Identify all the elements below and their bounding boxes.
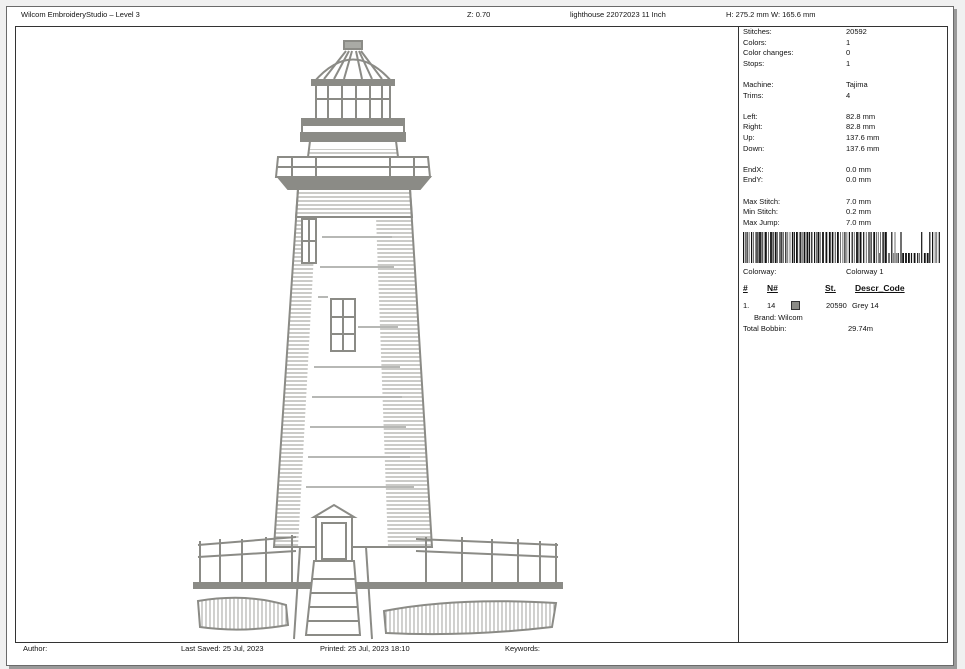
design-size: H: 275.2 mm W: 165.6 mm <box>726 10 816 19</box>
keywords-field: Keywords: <box>505 644 541 653</box>
sheet-header: Wilcom EmbroideryStudio – Level 3 Z: 0.7… <box>15 8 945 26</box>
panel-divider <box>738 27 739 642</box>
design-preview <box>16 27 738 642</box>
info-left: Left: 82.8 mm <box>743 111 876 121</box>
sheet-footer: Author: Last Saved: 25 Jul, 2023 Printed… <box>15 643 945 657</box>
info-colorway: Colorway: Colorway 1 <box>743 266 884 276</box>
info-max-stitch: Max Stitch: 7.0 mm <box>743 196 872 206</box>
info-color-changes: Color changes: 0 <box>743 48 851 58</box>
info-right: Right: 82.8 mm <box>743 122 876 132</box>
info-stops: Stops: 1 <box>743 58 851 68</box>
info-stitches: Stitches: 20592 <box>743 27 867 36</box>
info-endx: EndX: 0.0 mm <box>743 164 872 174</box>
thread-brand: Brand: Wilcom <box>754 313 803 323</box>
total-bobbin: Total Bobbin: 29.74m <box>743 323 874 333</box>
info-max-jump: Max Jump: 7.0 mm <box>743 217 872 227</box>
printed-field: Printed: 25 Jul, 2023 18:10 <box>320 644 410 653</box>
color-table-row: 1. 14 20590 Grey 14 <box>743 301 879 311</box>
info-up: Up: 137.6 mm <box>743 132 880 142</box>
color-table-header: # N# St. Descr_Code <box>741 281 946 295</box>
col-stitches: St. <box>825 283 836 294</box>
app-title: Wilcom EmbroideryStudio – Level 3 <box>21 10 140 19</box>
worksheet-frame: Stitches: 20592 Colors: 1 Color changes: 0 … <box>15 26 948 643</box>
col-needle: N# <box>767 283 778 294</box>
design-name: lighthouse 22072023 11 Inch <box>570 10 666 19</box>
barcode-image <box>743 232 940 264</box>
zoom-level: Z: 0.70 <box>467 10 491 19</box>
print-preview-sheet: Wilcom EmbroideryStudio – Level 3 Z: 0.7… <box>6 6 954 666</box>
info-min-stitch: Min Stitch: 0.2 mm <box>743 207 872 217</box>
info-endy: EndY: 0.0 mm <box>743 175 872 185</box>
lighthouse-embroidery-image <box>193 40 563 640</box>
col-index: # <box>743 283 748 294</box>
info-machine: Machine: Tajima <box>743 79 868 89</box>
author-field: Author: <box>23 644 48 653</box>
info-trims: Trims: 4 <box>743 90 851 100</box>
thread-color-swatch <box>791 301 800 311</box>
info-colors: Colors: 1 <box>743 37 851 47</box>
info-down: Down: 137.6 mm <box>743 143 880 153</box>
col-descr-code: Descr_Code <box>855 283 905 294</box>
design-info-panel: Stitches: 20592 Colors: 1 Color changes: 0 … <box>741 27 946 335</box>
last-saved-field: Last Saved: 25 Jul, 2023 <box>181 644 264 653</box>
